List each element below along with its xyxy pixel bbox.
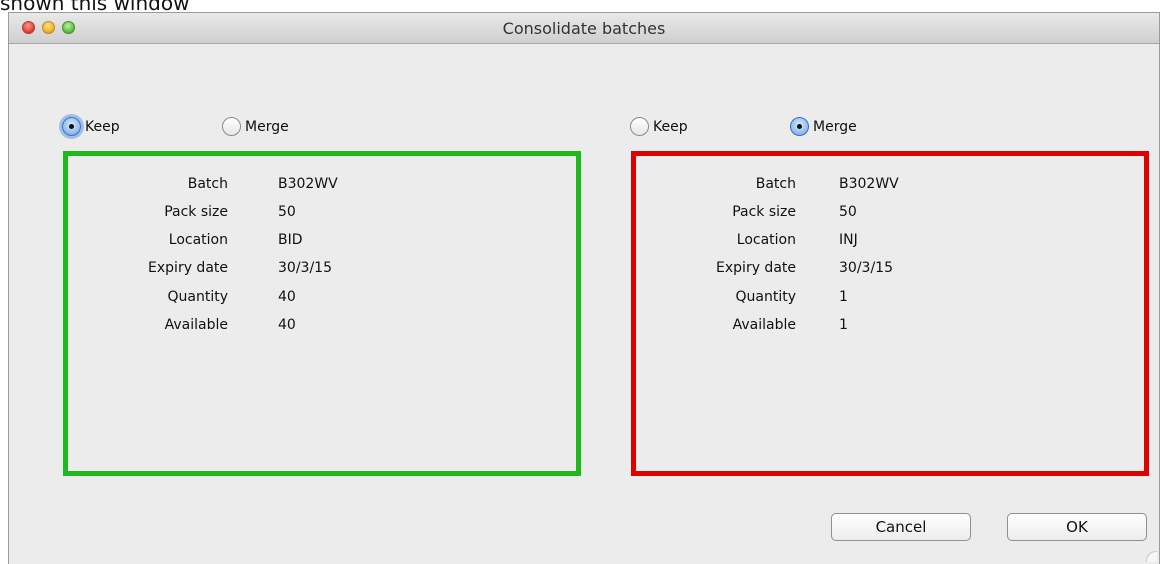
pack-size-value: 50 [839,204,857,220]
left-keep-label: Keep [85,118,120,135]
batch-label: Batch [755,176,796,192]
available-value: 1 [839,317,848,333]
left-radio-group: Keep Merge [62,117,362,145]
right-keep-radio[interactable]: Keep [630,117,688,136]
quantity-label: Quantity [167,289,229,305]
right-merge-radio[interactable]: Merge [790,117,857,136]
right-merge-label: Merge [813,118,857,135]
location-value: INJ [839,232,858,248]
batch-value: B302WV [278,176,338,192]
location-row: Location BID [68,232,576,260]
pack-size-value: 50 [278,204,296,220]
quantity-value: 1 [839,289,848,305]
batch-row: Batch B302WV [68,176,576,204]
available-label: Available [164,317,228,333]
left-keep-radio[interactable]: Keep [62,117,120,136]
batch-row: Batch B302WV [636,176,1144,204]
resize-grip-icon[interactable] [1146,551,1157,562]
expiry-date-row: Expiry date 30/3/15 [68,260,576,288]
expiry-date-value: 30/3/15 [278,260,332,276]
radio-selected-icon [790,117,809,136]
left-merge-radio[interactable]: Merge [222,117,289,136]
available-label: Available [732,317,796,333]
right-radio-group: Keep Merge [630,117,930,145]
expiry-date-label: Expiry date [148,260,228,276]
pack-size-label: Pack size [732,204,796,220]
pack-size-row: Pack size 50 [68,204,576,232]
pack-size-row: Pack size 50 [636,204,1144,232]
location-label: Location [168,232,228,248]
batch-value: B302WV [839,176,899,192]
expiry-date-row: Expiry date 30/3/15 [636,260,1144,288]
expiry-date-value: 30/3/15 [839,260,893,276]
radio-unselected-icon [630,117,649,136]
cancel-button[interactable]: Cancel [831,513,971,541]
quantity-value: 40 [278,289,296,305]
location-row: Location INJ [636,232,1144,260]
location-value: BID [278,232,303,248]
quantity-label: Quantity [735,289,797,305]
merge-batch-panel: Batch B302WV Pack size 50 Location INJ E… [631,151,1149,476]
window-title: Consolidate batches [502,19,666,38]
quantity-row: Quantity 40 [68,289,576,317]
radio-selected-icon [62,117,81,136]
pack-size-label: Pack size [164,204,228,220]
available-row: Available 1 [636,317,1144,345]
quantity-row: Quantity 1 [636,289,1144,317]
right-keep-label: Keep [653,118,688,135]
left-merge-label: Merge [245,118,289,135]
keep-batch-panel: Batch B302WV Pack size 50 Location BID E… [63,151,581,476]
available-value: 40 [278,317,296,333]
batch-label: Batch [187,176,228,192]
title-bar: Consolidate batches [9,13,1159,44]
consolidate-batches-window: Consolidate batches Keep Merge Keep Merg… [8,12,1160,564]
expiry-date-label: Expiry date [716,260,796,276]
location-label: Location [736,232,796,248]
available-row: Available 40 [68,317,576,345]
ok-button[interactable]: OK [1007,513,1147,541]
radio-unselected-icon [222,117,241,136]
